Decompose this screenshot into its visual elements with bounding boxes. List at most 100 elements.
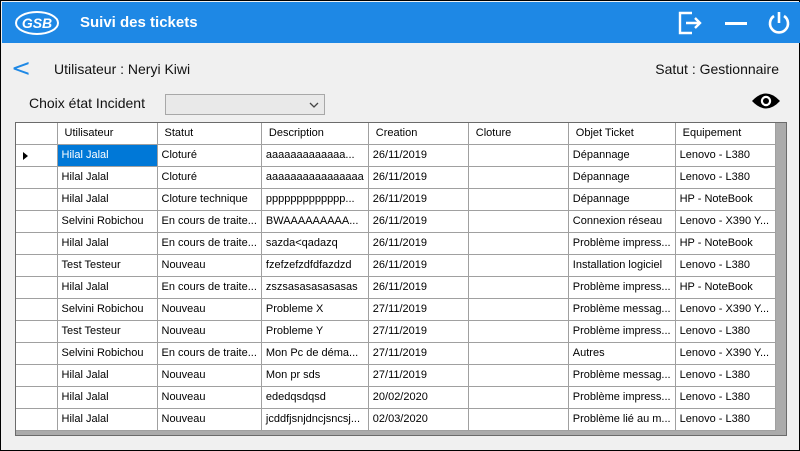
- table-cell[interactable]: Selvini Robichou: [57, 210, 158, 233]
- table-row[interactable]: Hilal Jalal En cours de traite... sazda<qa…: [16, 232, 776, 255]
- table-cell[interactable]: Hilal Jalal: [57, 166, 158, 189]
- table-cell[interactable]: Mon pr sds: [261, 364, 369, 387]
- table-cell[interactable]: [468, 144, 569, 167]
- table-cell[interactable]: 27/11/2019: [368, 342, 469, 365]
- table-cell[interactable]: Problème messag...: [568, 364, 676, 387]
- table-cell[interactable]: [468, 254, 569, 277]
- table-cell[interactable]: 26/11/2019: [368, 210, 469, 233]
- table-cell[interactable]: [468, 188, 569, 211]
- table-cell[interactable]: En cours de traite...: [157, 276, 262, 299]
- table-cell[interactable]: aaaaaaaaaaaaaaaa: [261, 166, 369, 189]
- table-cell[interactable]: sazda<qadazq: [261, 232, 369, 255]
- table-cell[interactable]: Nouveau: [157, 298, 262, 321]
- table-cell[interactable]: En cours de traite...: [157, 342, 262, 365]
- table-cell[interactable]: Lenovo - L380: [675, 386, 776, 409]
- table-row[interactable]: Hilal Jalal Nouveau jcddfjsnjdncjsncsj... 0…: [16, 408, 776, 431]
- table-cell[interactable]: HP - NoteBook: [675, 232, 776, 255]
- table-cell[interactable]: 26/11/2019: [368, 254, 469, 277]
- table-cell[interactable]: Lenovo - L380: [675, 144, 776, 167]
- row-header[interactable]: [16, 364, 58, 387]
- table-cell[interactable]: Cloture technique: [157, 188, 262, 211]
- table-cell[interactable]: Problème lié au m...: [568, 408, 676, 431]
- table-cell[interactable]: Nouveau: [157, 386, 262, 409]
- table-row[interactable]: Test Testeur Nouveau Probleme Y 27/11/2019 P…: [16, 320, 776, 343]
- row-header[interactable]: [16, 298, 58, 321]
- table-cell[interactable]: HP - NoteBook: [675, 276, 776, 299]
- row-header[interactable]: [16, 276, 58, 299]
- table-cell[interactable]: [468, 364, 569, 387]
- table-row[interactable]: Test Testeur Nouveau fzefzefzdfdfazdzd 26/1…: [16, 254, 776, 277]
- table-cell[interactable]: Nouveau: [157, 254, 262, 277]
- row-header[interactable]: [16, 144, 58, 167]
- column-header[interactable]: Equipement: [675, 123, 776, 145]
- table-cell[interactable]: Mon Pc de déma...: [261, 342, 369, 365]
- table-cell[interactable]: 02/03/2020: [368, 408, 469, 431]
- row-header[interactable]: [16, 320, 58, 343]
- table-cell[interactable]: Test Testeur: [57, 254, 158, 277]
- table-cell[interactable]: Test Testeur: [57, 320, 158, 343]
- table-cell[interactable]: Nouveau: [157, 408, 262, 431]
- incident-state-select[interactable]: [165, 94, 325, 115]
- table-row[interactable]: Hilal Jalal Cloturé aaaaaaaaaaaaaaaa 26/11/…: [16, 166, 776, 189]
- table-cell[interactable]: Lenovo - L380: [675, 364, 776, 387]
- table-row[interactable]: Selvini Robichou En cours de traite... BWA…: [16, 210, 776, 233]
- table-row[interactable]: Hilal Jalal Cloture technique pppppppppppp…: [16, 188, 776, 211]
- table-cell[interactable]: Hilal Jalal: [57, 408, 158, 431]
- column-header[interactable]: Cloture: [468, 123, 569, 145]
- table-cell[interactable]: 26/11/2019: [368, 144, 469, 167]
- table-cell[interactable]: Cloturé: [157, 166, 262, 189]
- table-row[interactable]: Hilal Jalal Nouveau Mon pr sds 27/11/2019 Pr…: [16, 364, 776, 387]
- table-cell[interactable]: 26/11/2019: [368, 166, 469, 189]
- table-cell[interactable]: Problème messag...: [568, 298, 676, 321]
- table-cell[interactable]: HP - NoteBook: [675, 188, 776, 211]
- table-cell[interactable]: Connexion réseau: [568, 210, 676, 233]
- table-cell[interactable]: zszsasasasasasas: [261, 276, 369, 299]
- table-cell[interactable]: Hilal Jalal: [57, 276, 158, 299]
- table-cell[interactable]: Lenovo - L380: [675, 254, 776, 277]
- table-cell[interactable]: Problème impress...: [568, 386, 676, 409]
- table-cell[interactable]: Problème impress...: [568, 276, 676, 299]
- table-cell[interactable]: Selvini Robichou: [57, 342, 158, 365]
- row-header[interactable]: [16, 210, 58, 233]
- table-row[interactable]: Hilal Jalal Cloturé aaaaaaaaaaaaa... 26/11/…: [16, 144, 776, 167]
- back-chevron-icon[interactable]: <: [11, 56, 31, 80]
- table-cell[interactable]: Hilal Jalal: [57, 232, 158, 255]
- table-cell[interactable]: Hilal Jalal: [57, 144, 158, 167]
- table-cell[interactable]: Hilal Jalal: [57, 386, 158, 409]
- table-cell[interactable]: Lenovo - L380: [675, 320, 776, 343]
- table-cell[interactable]: BWAAAAAAAAA...: [261, 210, 369, 233]
- power-icon[interactable]: [766, 10, 792, 36]
- eye-icon[interactable]: [751, 90, 781, 112]
- table-cell[interactable]: Hilal Jalal: [57, 364, 158, 387]
- table-cell[interactable]: Dépannage: [568, 188, 676, 211]
- row-header[interactable]: [16, 254, 58, 277]
- table-cell[interactable]: fzefzefzdfdfazdzd: [261, 254, 369, 277]
- table-cell[interactable]: Nouveau: [157, 320, 262, 343]
- table-cell[interactable]: [468, 408, 569, 431]
- table-cell[interactable]: Dépannage: [568, 144, 676, 167]
- table-row[interactable]: Hilal Jalal En cours de traite... zszsasas…: [16, 276, 776, 299]
- table-cell[interactable]: Selvini Robichou: [57, 298, 158, 321]
- table-cell[interactable]: Problème impress...: [568, 232, 676, 255]
- row-header[interactable]: [16, 386, 58, 409]
- table-cell[interactable]: aaaaaaaaaaaaa...: [261, 144, 369, 167]
- table-cell[interactable]: Cloturé: [157, 144, 262, 167]
- table-cell[interactable]: 27/11/2019: [368, 320, 469, 343]
- table-cell[interactable]: ppppppppppppp...: [261, 188, 369, 211]
- row-header[interactable]: [16, 408, 58, 431]
- row-header[interactable]: [16, 188, 58, 211]
- table-cell[interactable]: 27/11/2019: [368, 364, 469, 387]
- table-row[interactable]: Hilal Jalal Nouveau ededqsdqsd 20/02/2020 Pr…: [16, 386, 776, 409]
- column-header[interactable]: Creation: [368, 123, 469, 145]
- table-cell[interactable]: Installation logiciel: [568, 254, 676, 277]
- table-cell[interactable]: Dépannage: [568, 166, 676, 189]
- table-cell[interactable]: 26/11/2019: [368, 188, 469, 211]
- table-cell[interactable]: Lenovo - L380: [675, 408, 776, 431]
- table-cell[interactable]: En cours de traite...: [157, 232, 262, 255]
- table-cell[interactable]: [468, 166, 569, 189]
- table-cell[interactable]: Lenovo - L380: [675, 166, 776, 189]
- table-cell[interactable]: Lenovo - X390 Y...: [675, 298, 776, 321]
- table-cell[interactable]: [468, 298, 569, 321]
- logout-icon[interactable]: [677, 10, 703, 36]
- table-row[interactable]: Selvini Robichou Nouveau Probleme X 27/11/2…: [16, 298, 776, 321]
